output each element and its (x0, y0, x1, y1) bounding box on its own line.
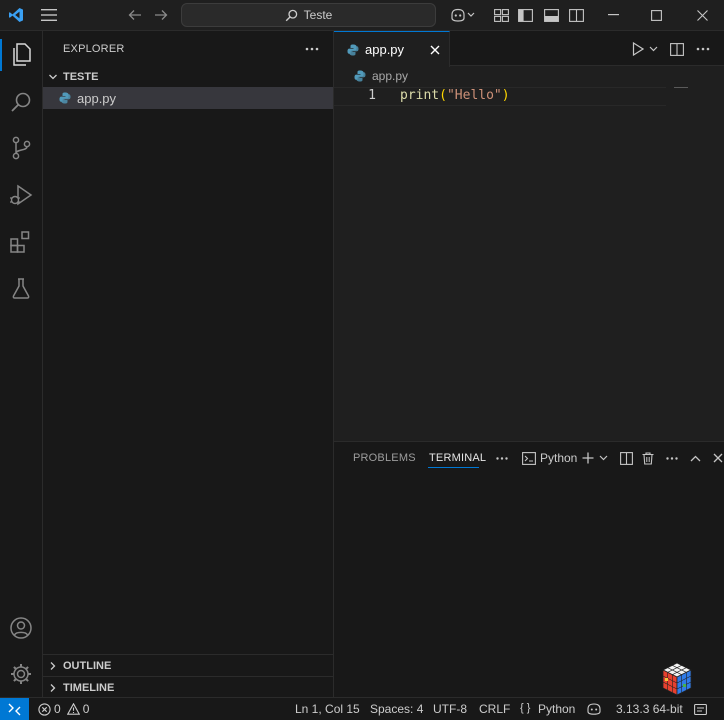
maximize-panel-chevron-up-icon[interactable] (688, 451, 702, 465)
notifications-icon[interactable] (692, 701, 708, 717)
language-braces-icon: { } (520, 702, 531, 714)
timeline-section-header[interactable]: TIMELINE (43, 676, 333, 698)
vscode-logo-icon (6, 5, 26, 25)
run-dropdown-chevron-icon[interactable] (647, 40, 659, 58)
rubiks-cube-icon (662, 662, 692, 696)
code-function-token: print (400, 88, 440, 103)
terminal-icon (522, 451, 536, 465)
tab-terminal[interactable]: TERMINAL (429, 452, 486, 464)
timeline-label: TIMELINE (63, 681, 115, 694)
cursor-position[interactable]: Ln 1, Col 15 (295, 702, 360, 716)
command-center-search[interactable]: Teste (181, 3, 436, 27)
sidebar-title: EXPLORER (63, 43, 125, 55)
terminal-instance-selector[interactable]: Python (522, 451, 577, 465)
more-views-icon[interactable] (494, 451, 510, 465)
indentation[interactable]: Spaces: 4 (370, 702, 423, 716)
forward-arrow-icon[interactable] (151, 5, 171, 25)
python-file-icon (59, 92, 71, 104)
customize-layout-icon[interactable] (491, 5, 511, 25)
warning-count: 0 (82, 702, 90, 716)
end-of-line[interactable]: CRLF (479, 702, 510, 716)
copilot-icon[interactable] (448, 5, 478, 25)
active-tab-underline (428, 467, 479, 468)
run-and-debug-icon[interactable] (6, 181, 36, 209)
tab-label: app.py (365, 42, 405, 57)
copilot-status-icon[interactable] (586, 701, 602, 717)
encoding[interactable]: UTF-8 (433, 702, 467, 716)
manage-gear-icon[interactable] (6, 660, 36, 688)
file-name: app.py (77, 90, 117, 106)
breadcrumb[interactable]: app.py (354, 69, 408, 83)
python-file-icon (347, 44, 359, 55)
workspace-folder-header[interactable]: TESTE (43, 67, 333, 87)
close-window-icon[interactable] (690, 5, 714, 25)
close-tab-icon[interactable] (430, 45, 440, 55)
maximize-window-icon[interactable] (644, 5, 668, 25)
code-string-token: "Hello" (446, 88, 502, 103)
warning-icon (66, 703, 80, 715)
minimize-window-icon[interactable] (601, 5, 625, 25)
explorer-icon[interactable] (6, 41, 36, 69)
toggle-secondary-sidebar-icon[interactable] (566, 5, 586, 25)
terminal-dropdown-chevron-icon[interactable] (597, 451, 609, 465)
status-bar: 0 0 Ln 1, Col 15 Spaces: 4 UTF-8 CRLF { … (0, 697, 724, 720)
remote-indicator[interactable] (0, 698, 29, 720)
active-indicator (0, 39, 2, 71)
chevron-right-icon (50, 683, 56, 692)
line-number: 1 (368, 88, 376, 103)
terminal-name: Python (540, 451, 578, 465)
extensions-icon[interactable] (6, 228, 36, 256)
python-file-icon (354, 70, 366, 82)
breadcrumb-file: app.py (372, 69, 409, 83)
close-panel-icon[interactable] (712, 451, 724, 465)
workspace-folder-name: TESTE (63, 71, 99, 83)
error-icon (38, 702, 51, 716)
editor-tab-bar: app.py (334, 31, 724, 67)
file-tree-item[interactable]: app.py (43, 87, 333, 109)
toggle-panel-icon[interactable] (541, 5, 561, 25)
chevron-down-icon (49, 74, 57, 80)
editor-area: app.py app.py 1 print("Hello") (334, 31, 724, 441)
testing-icon[interactable] (6, 274, 36, 302)
code-text: print("Hello") (400, 88, 510, 103)
title-bar: Teste (0, 0, 724, 31)
search-icon (285, 9, 297, 21)
outline-section-header[interactable]: OUTLINE (43, 654, 333, 676)
python-interpreter[interactable]: 3.13.3 64-bit (616, 702, 683, 716)
search-icon[interactable] (6, 88, 36, 116)
problems-indicator[interactable]: 0 0 (38, 702, 89, 716)
explorer-sidebar: EXPLORER TESTE app.py OUTLINE TIMELINE (43, 31, 334, 697)
split-editor-icon[interactable] (668, 40, 686, 58)
run-python-file-icon[interactable] (630, 40, 646, 58)
tab-problems[interactable]: PROBLEMS (353, 452, 416, 464)
outline-label: OUTLINE (63, 659, 112, 672)
code-open-paren-token: ( (439, 88, 447, 103)
remote-icon (8, 703, 21, 715)
activity-bar (0, 31, 43, 697)
search-text: Teste (303, 8, 333, 22)
editor-tab-app-py[interactable]: app.py (334, 31, 450, 67)
error-count: 0 (54, 702, 61, 716)
language-mode[interactable]: Python (538, 702, 575, 716)
more-actions-icon[interactable] (694, 40, 712, 58)
more-actions-icon[interactable] (301, 40, 323, 58)
source-control-icon[interactable] (6, 134, 36, 162)
back-arrow-icon[interactable] (125, 5, 145, 25)
menu-icon[interactable] (38, 5, 60, 25)
new-terminal-plus-icon[interactable] (581, 451, 595, 465)
bottom-panel: PROBLEMS TERMINAL Python (334, 441, 724, 697)
code-close-paren-token: ) (501, 88, 510, 103)
chevron-right-icon (50, 661, 56, 670)
accounts-icon[interactable] (6, 614, 36, 642)
code-line[interactable]: 1 print("Hello") (334, 87, 724, 106)
toggle-primary-sidebar-icon[interactable] (515, 5, 535, 25)
panel-more-actions-icon[interactable] (664, 451, 680, 465)
kill-terminal-trash-icon[interactable] (640, 451, 656, 465)
split-terminal-icon[interactable] (618, 451, 634, 465)
